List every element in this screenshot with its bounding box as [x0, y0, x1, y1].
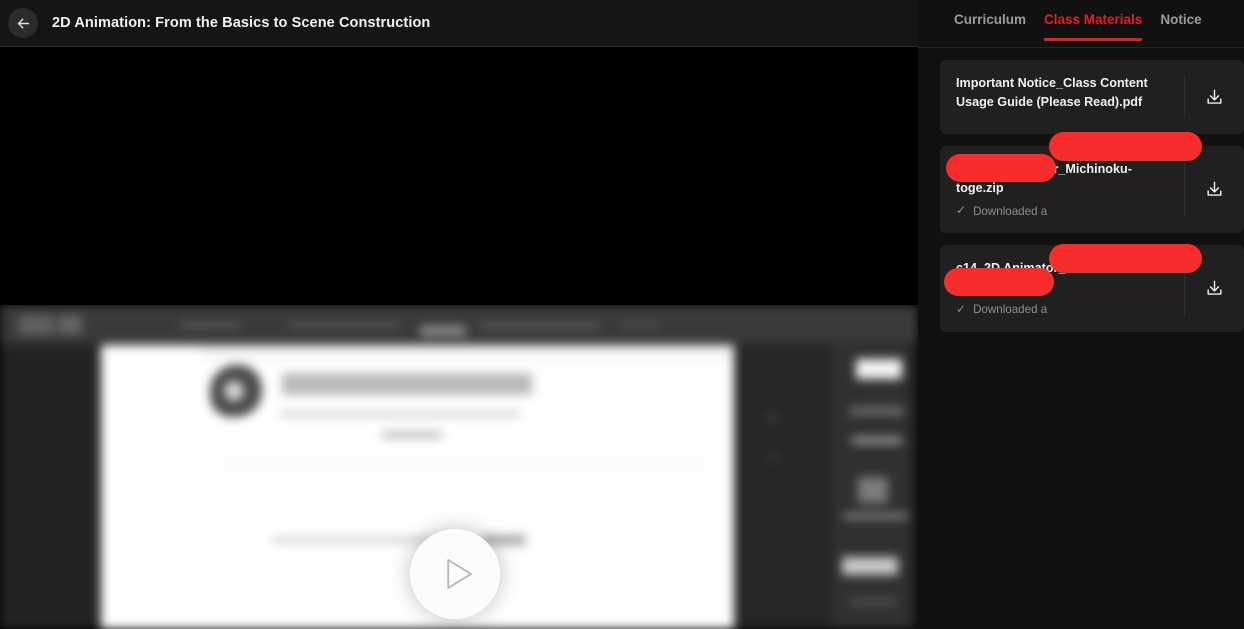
material-card[interactable]: c03_2D Animator_Michinoku-toge.zip ✓ Dow… — [940, 146, 1244, 233]
material-file-name: c14_2D Animator_Michinoku-toge.zip — [956, 260, 1132, 294]
material-card[interactable]: c14_2D Animator_Michinoku-toge.zip ✓ Dow… — [940, 244, 1244, 332]
back-button[interactable] — [8, 8, 38, 38]
class-materials-page: 2D Animation: From the Basics to Scene C… — [0, 0, 1244, 629]
thumb-left-rail — [0, 345, 100, 629]
material-info: c03_2D Animator_Michinoku-toge.zip ✓ Dow… — [956, 160, 1184, 219]
top-bar: 2D Animation: From the Basics to Scene C… — [0, 0, 918, 47]
download-icon — [1205, 180, 1224, 199]
material-info: c14_2D Animator_Michinoku-toge.zip ✓ Dow… — [956, 259, 1184, 318]
tab-class-materials[interactable]: Class Materials — [1044, 12, 1143, 41]
check-icon: ✓ — [956, 203, 967, 218]
sidebar-tabs: Curriculum Class Materials Notice — [918, 0, 1244, 48]
video-player-column: 2D Animation: From the Basics to Scene C… — [0, 0, 918, 629]
video-letterbox — [0, 47, 918, 305]
download-cell — [1184, 260, 1244, 316]
download-button[interactable] — [1202, 84, 1228, 110]
check-icon: ✓ — [956, 302, 967, 317]
play-button[interactable] — [410, 529, 500, 619]
thumb-right-rail — [734, 345, 918, 629]
material-download-status: ✓ Downloaded a — [956, 302, 1170, 318]
material-file-name: c03_2D Animator_Michinoku-toge.zip — [956, 162, 1132, 195]
material-download-status: ✓ Downloaded a — [956, 203, 1170, 219]
thumb-menubar — [0, 305, 918, 345]
tab-curriculum[interactable]: Curriculum — [954, 12, 1026, 41]
page-title: 2D Animation: From the Basics to Scene C… — [52, 15, 431, 31]
download-button[interactable] — [1202, 176, 1228, 202]
download-status-text: Downloaded a — [973, 204, 1048, 218]
download-icon — [1205, 279, 1224, 298]
play-triangle-icon — [432, 553, 478, 595]
download-icon — [1205, 88, 1224, 107]
material-info: Important Notice_Class Content Usage Gui… — [956, 74, 1184, 120]
materials-list: Important Notice_Class Content Usage Gui… — [918, 48, 1244, 332]
download-status-text: Downloaded a — [973, 303, 1048, 317]
tab-notice[interactable]: Notice — [1160, 12, 1201, 41]
download-cell — [1184, 162, 1244, 217]
download-button[interactable] — [1202, 275, 1228, 301]
materials-sidebar: Curriculum Class Materials Notice Import… — [918, 0, 1244, 629]
arrow-left-icon — [15, 15, 32, 32]
download-cell — [1184, 76, 1244, 118]
material-card[interactable]: Important Notice_Class Content Usage Gui… — [940, 60, 1244, 134]
material-file-name: Important Notice_Class Content Usage Gui… — [956, 76, 1148, 109]
